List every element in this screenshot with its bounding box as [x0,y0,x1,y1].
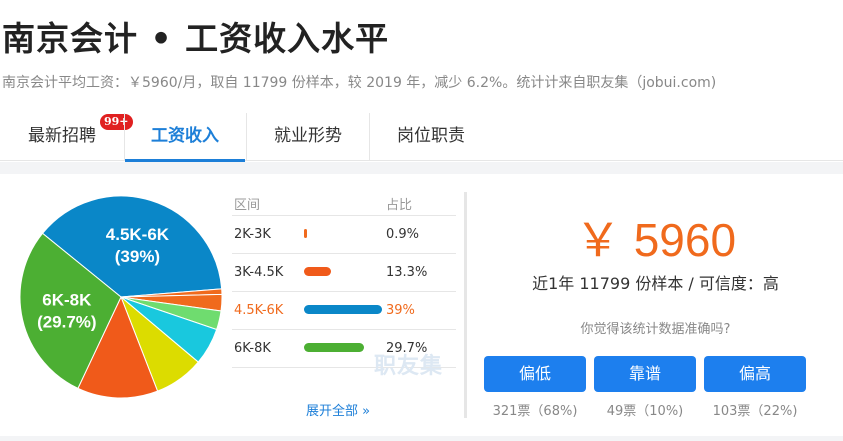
tab-latest-jobs[interactable]: 最新招聘 99+ [10,113,133,161]
tab-duties[interactable]: 岗位职责 [370,113,492,161]
row-bar [304,229,307,238]
vote-low-button[interactable]: 偏低 [484,356,586,392]
accuracy-question: 你觉得该统计数据准确吗? [580,322,731,337]
row-range: 3K-4.5K [234,265,284,280]
pie-slice-label: (29.7%) [37,312,97,331]
row-percent: 13.3% [386,265,428,280]
expand-all-link[interactable]: 展开全部 » [306,400,370,419]
tab-label: 工资收入 [151,126,219,146]
row-percent: 39% [386,303,415,318]
pie-slice-label: 4.5K-6K [106,225,170,244]
row-bar [304,267,331,276]
vertical-divider [464,192,467,418]
distribution-table: 区间 占比 2K-3K 0.9% 3K-4.5K 13.3% 4.5K-6K 3… [232,194,456,368]
section-gap [0,162,843,174]
tab-employment[interactable]: 就业形势 [247,113,369,161]
vote-high-count: 103票（22%) [712,404,798,419]
tab-bar: 最新招聘 99+ 工资收入 就业形势 岗位职责 [0,113,843,162]
row-range: 2K-3K [234,227,271,242]
row-bar [304,343,364,352]
table-row: 2K-3K 0.9% [232,216,456,254]
page-title: 南京会计 • 工资收入水平 [2,19,390,58]
vote-high-button[interactable]: 偏高 [704,356,806,392]
watermark: 职友集 [374,354,444,379]
header-range: 区间 [234,198,261,213]
vote-low-count: 321票（68%) [492,404,578,419]
page-subtitle: 南京会计平均工资：￥5960/月，取自 11799 份样本，较 2019 年，减… [2,75,717,91]
average-salary: ￥ 5960 [574,214,737,266]
salary-card: 4.5K-6K (39%) 6K-8K (29.7%) 区间 占比 2K-3K 0.9… [0,174,843,436]
tab-label: 就业形势 [274,126,342,146]
vote-accurate-count: 49票（10%) [606,404,684,419]
table-row: 3K-4.5K 13.3% [232,254,456,292]
pie-slice-label: 6K-8K [42,290,92,309]
row-bar [304,305,382,314]
table-header: 区间 占比 [232,194,456,216]
tab-salary[interactable]: 工资收入 [125,113,245,162]
row-range: 4.5K-6K [234,303,284,318]
row-percent: 0.9% [386,227,420,242]
row-range: 6K-8K [234,341,271,356]
salary-pie-chart: 4.5K-6K (39%) 6K-8K (29.7%) [19,195,223,399]
tab-label: 最新招聘 [28,126,96,146]
pie-slice-label: (39%) [115,247,160,266]
vote-accurate-button[interactable]: 靠谱 [594,356,696,392]
table-row: 4.5K-6K 39% [232,292,456,330]
sample-info: 近1年 11799 份样本 / 可信度：高 [532,274,779,293]
header-percent: 占比 [386,198,413,213]
tab-label: 岗位职责 [397,126,465,146]
section-gap [0,436,843,441]
